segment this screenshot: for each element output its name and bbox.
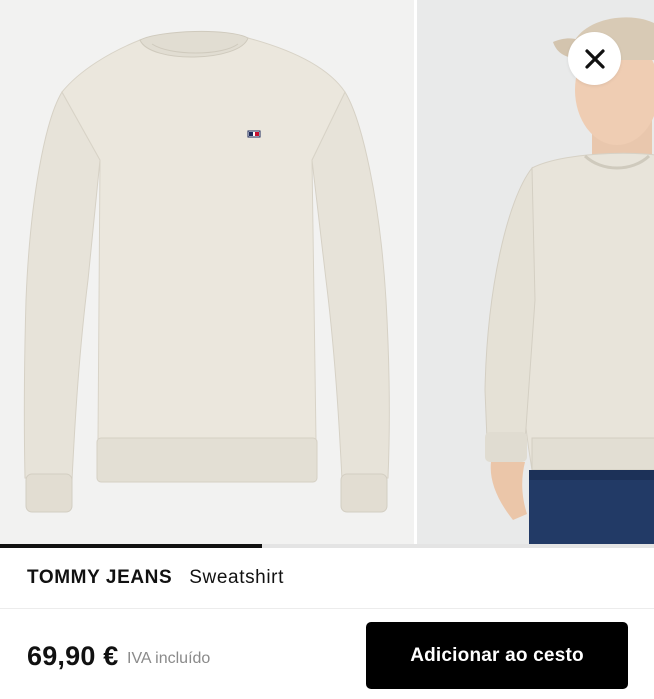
sweatshirt-product-image [23, 30, 390, 513]
model-wearing-sweatshirt-image [484, 17, 654, 545]
product-image-model[interactable] [417, 0, 654, 545]
close-icon [584, 48, 605, 69]
product-image-sweatshirt[interactable] [0, 0, 414, 545]
purchase-bar: 69,90 € IVA incluído Adicionar ao cesto [0, 609, 654, 699]
product-price: 69,90 € [27, 641, 119, 671]
product-name: Sweatshirt [189, 567, 284, 588]
product-image-gallery[interactable] [0, 0, 654, 548]
brand-name[interactable]: TOMMY JEANS [27, 567, 172, 589]
close-button[interactable] [568, 32, 621, 85]
add-to-cart-button[interactable]: Adicionar ao cesto [366, 622, 628, 689]
vat-note: IVA incluído [127, 650, 211, 667]
product-title-row: TOMMY JEANS Sweatshirt [0, 548, 654, 609]
